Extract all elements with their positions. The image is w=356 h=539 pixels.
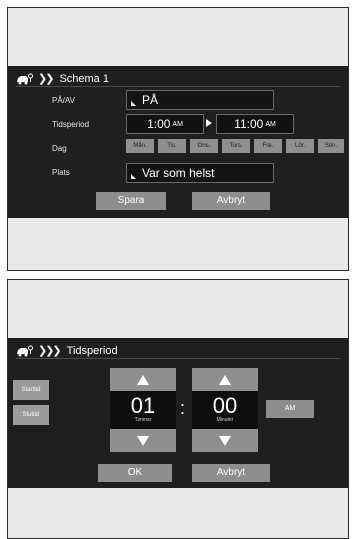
arrow-up-icon — [219, 374, 231, 385]
place-label: Plats — [52, 168, 70, 177]
end-time-field[interactable]: 11:00 AM — [216, 114, 294, 134]
minutes-down-button[interactable] — [192, 429, 258, 452]
day-button-mon[interactable]: Mån. — [126, 139, 154, 153]
corner-triangle-icon — [131, 101, 136, 106]
start-time-value: 1:00 — [147, 117, 171, 131]
day-button-thu[interactable]: Tors. — [222, 139, 250, 153]
car-settings-icon — [16, 73, 34, 85]
time-period-frame: ❯❯❯ Tidsperiod Starttid Sluttid 01 Timma… — [7, 279, 349, 539]
corner-triangle-icon — [131, 174, 136, 179]
day-label: Dag — [52, 144, 67, 153]
screen-title: Schema 1 — [59, 72, 109, 85]
start-time-button[interactable]: Starttid — [13, 380, 49, 400]
onoff-value: PÅ — [142, 93, 159, 107]
minutes-spinner: 00 Minuter — [192, 368, 258, 452]
car-settings-icon — [16, 345, 34, 357]
place-value: Var som helst — [142, 166, 215, 180]
end-ampm: AM — [265, 120, 276, 128]
screen-title-bar: ❯❯ Schema 1 — [16, 72, 340, 87]
day-button-sun[interactable]: Sön. — [318, 139, 344, 153]
day-button-fri[interactable]: Fre. — [254, 139, 282, 153]
cancel-button[interactable]: Avbryt — [192, 464, 270, 482]
day-button-sat[interactable]: Lör. — [286, 139, 314, 153]
double-chevron-right-icon: ❯❯ — [38, 72, 55, 85]
start-ampm: AM — [172, 120, 183, 128]
cancel-button[interactable]: Avbryt — [192, 192, 270, 210]
minutes-value: 00 — [212, 393, 238, 418]
minutes-caption: Minuter — [216, 417, 234, 423]
hours-display: 01 Timmar — [110, 391, 176, 429]
start-time-field[interactable]: 1:00 AM — [126, 114, 204, 134]
place-field[interactable]: Var som helst — [126, 163, 274, 183]
hours-caption: Timmar — [134, 417, 152, 423]
hours-down-button[interactable] — [110, 429, 176, 452]
screen-title: Tidsperiod — [66, 344, 118, 357]
ok-button[interactable]: OK — [98, 464, 172, 482]
day-button-wed[interactable]: Ons. — [190, 139, 218, 153]
onoff-label: PÅ/AV — [52, 96, 75, 105]
period-label: Tidsperiod — [52, 120, 90, 129]
screen-title-bar: ❯❯❯ Tidsperiod — [16, 344, 340, 359]
time-period-screen: ❯❯❯ Tidsperiod Starttid Sluttid 01 Timma… — [8, 338, 348, 488]
end-time-button[interactable]: Sluttid — [13, 405, 49, 425]
hours-spinner: 01 Timmar — [110, 368, 176, 452]
hours-up-button[interactable] — [110, 368, 176, 391]
day-button-tue[interactable]: Tis. — [158, 139, 186, 153]
arrow-down-icon — [219, 435, 231, 446]
ampm-toggle-button[interactable]: AM — [266, 400, 314, 418]
onoff-field[interactable]: PÅ — [126, 90, 274, 110]
minutes-display: 00 Minuter — [192, 391, 258, 429]
arrow-down-icon — [137, 435, 149, 446]
triple-chevron-right-icon: ❯❯❯ — [38, 344, 62, 357]
range-arrow-icon — [206, 119, 212, 127]
hours-value: 01 — [130, 393, 156, 418]
save-button[interactable]: Spara — [96, 192, 166, 210]
minutes-up-button[interactable] — [192, 368, 258, 391]
end-time-value: 11:00 — [234, 117, 264, 131]
time-colon: : — [180, 398, 186, 418]
schedule-frame: ❯❯ Schema 1 PÅ/AV PÅ Tidsperiod 1:00 AM … — [7, 7, 349, 271]
arrow-up-icon — [137, 374, 149, 385]
schedule-screen: ❯❯ Schema 1 PÅ/AV PÅ Tidsperiod 1:00 AM … — [8, 66, 348, 218]
